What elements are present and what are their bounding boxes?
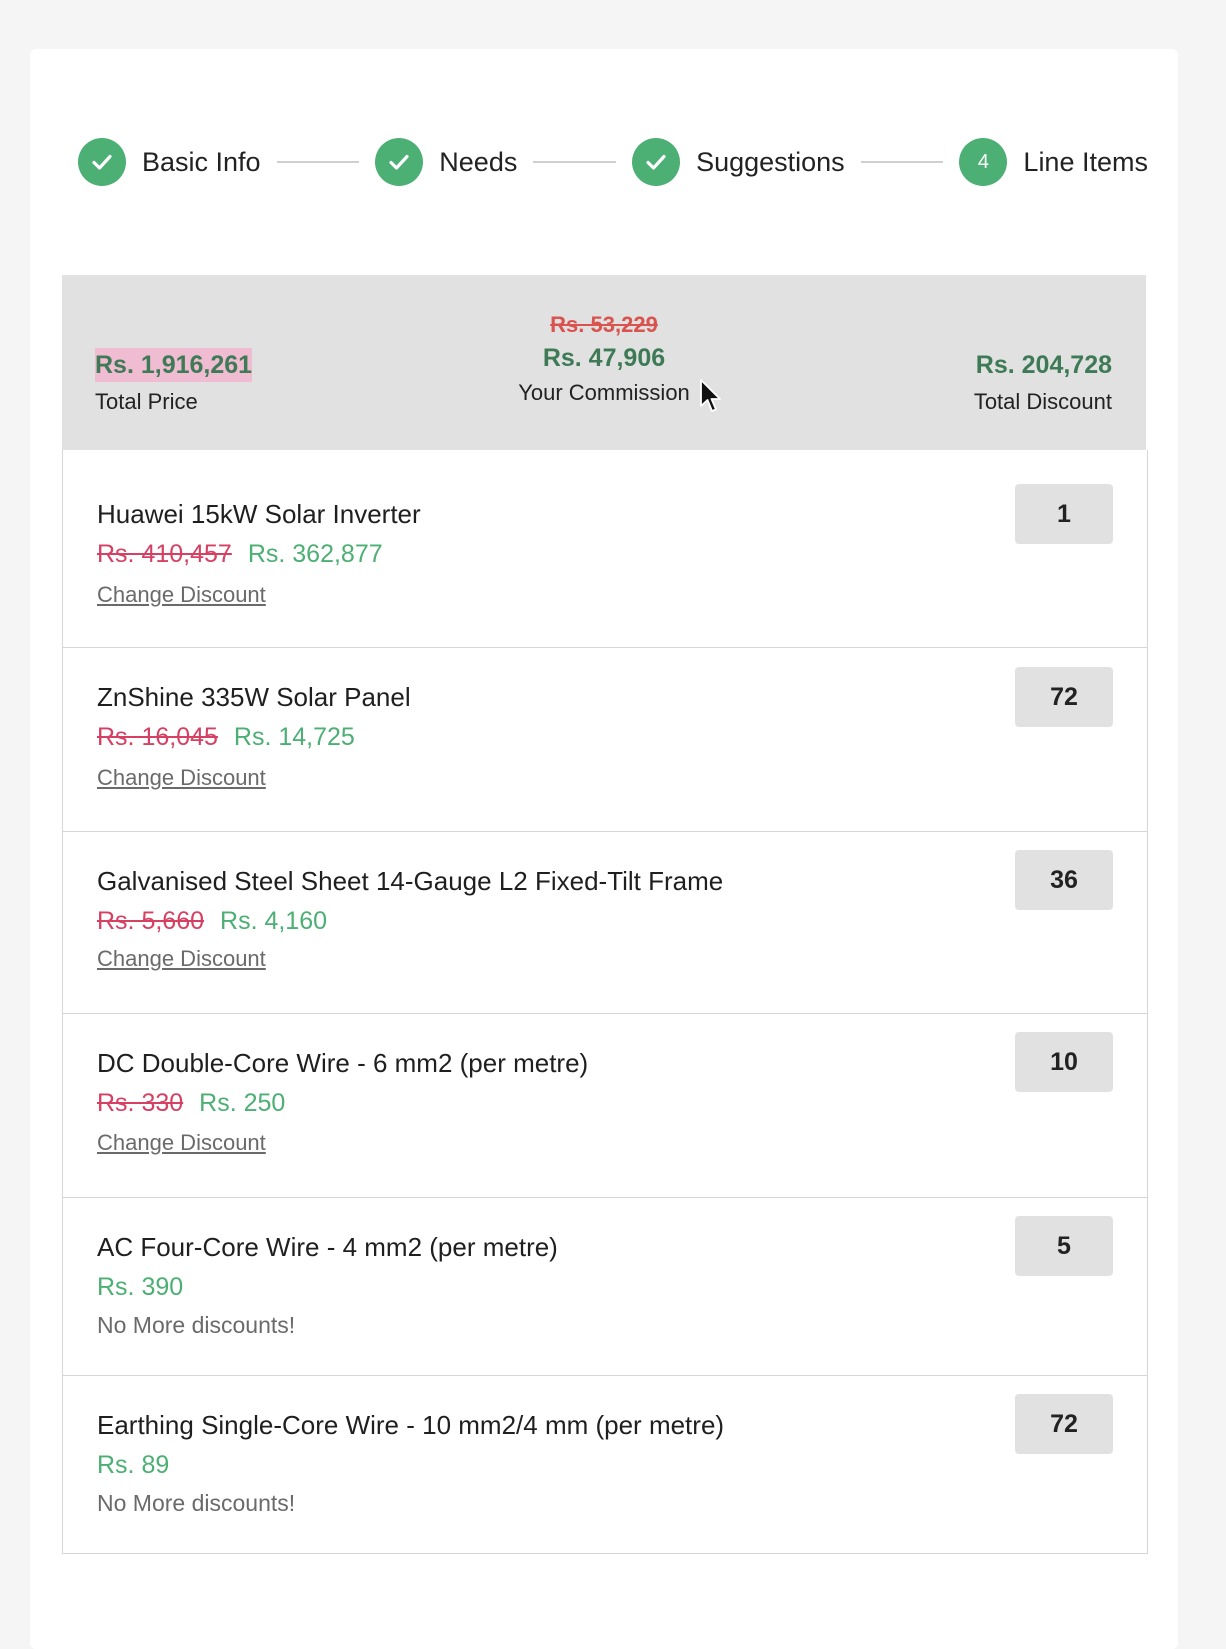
item-old-price: Rs. 330 [97, 1089, 184, 1117]
step-connector [533, 161, 617, 163]
step-label: Line Items [1023, 146, 1148, 177]
total-discount-label: Total Discount [973, 389, 1112, 414]
step-number-badge: 4 [959, 138, 1008, 186]
quantity-field[interactable]: 10 [1015, 1032, 1113, 1092]
step-label: Basic Info [142, 146, 261, 177]
commission-old-value: Rs. 53,229 [550, 312, 658, 337]
item-name: Galvanised Steel Sheet 14-Gauge L2 Fixed… [97, 866, 724, 896]
item-name: Earthing Single-Core Wire - 10 mm2/4 mm … [97, 1410, 725, 1440]
total-discount-value: Rs. 204,728 [975, 351, 1112, 379]
item-prices: Rs. 410,457 Rs. 362,877 [97, 540, 383, 569]
item-prices: Rs. 16,045 Rs. 14,725 [97, 723, 355, 752]
step-needs[interactable]: Needs [375, 138, 517, 186]
item-prices: Rs. 390 [97, 1273, 183, 1302]
quantity-field[interactable]: 5 [1015, 1216, 1113, 1276]
item-name: AC Four-Core Wire - 4 mm2 (per metre) [97, 1232, 558, 1262]
change-discount-link[interactable]: Change Discount [97, 1130, 266, 1156]
check-icon [375, 138, 424, 186]
quote-summary: Rs. 1,916,261 Total Price Rs. 53,229 Rs.… [62, 275, 1146, 450]
step-basic-info[interactable]: Basic Info [78, 138, 261, 186]
item-name: ZnShine 335W Solar Panel [97, 682, 411, 712]
step-connector [276, 161, 360, 163]
quantity-field[interactable]: 72 [1015, 667, 1113, 727]
step-label: Suggestions [696, 146, 845, 177]
check-icon [632, 138, 681, 186]
line-item: Huawei 15kW Solar Inverter Rs. 410,457 Rs… [63, 450, 1147, 648]
step-line-items[interactable]: 4 Line Items [959, 138, 1148, 186]
quantity-field[interactable]: 1 [1015, 484, 1113, 544]
item-prices: Rs. 5,660 Rs. 4,160 [97, 907, 327, 936]
item-name: DC Double-Core Wire - 6 mm2 (per metre) [97, 1048, 589, 1078]
change-discount-link[interactable]: Change Discount [97, 582, 266, 608]
item-price: Rs. 4,160 [220, 907, 328, 935]
quantity-field[interactable]: 36 [1015, 850, 1113, 910]
item-prices: Rs. 89 [97, 1451, 169, 1480]
line-item: DC Double-Core Wire - 6 mm2 (per metre) … [63, 1014, 1147, 1198]
item-price: Rs. 14,725 [233, 723, 355, 751]
mouse-pointer-icon [700, 379, 721, 412]
line-item: Galvanised Steel Sheet 14-Gauge L2 Fixed… [63, 832, 1147, 1014]
item-prices: Rs. 330 Rs. 250 [97, 1089, 285, 1118]
line-item: AC Four-Core Wire - 4 mm2 (per metre) Rs… [63, 1198, 1147, 1376]
progress-stepper: Basic Info Needs Suggestions 4 Line Item… [78, 137, 1148, 187]
quantity-field[interactable]: 72 [1015, 1394, 1113, 1454]
change-discount-link[interactable]: Change Discount [97, 765, 266, 791]
item-old-price: Rs. 16,045 [97, 723, 218, 751]
item-price: Rs. 89 [97, 1451, 170, 1479]
item-old-price: Rs. 410,457 [97, 540, 232, 568]
item-name: Huawei 15kW Solar Inverter [97, 499, 421, 529]
no-discount-note: No More discounts! [97, 1490, 296, 1516]
line-item: ZnShine 335W Solar Panel Rs. 16,045 Rs. 1… [63, 648, 1147, 832]
item-price: Rs. 362,877 [247, 540, 383, 568]
line-item: Earthing Single-Core Wire - 10 mm2/4 mm … [63, 1376, 1147, 1554]
line-items-list: Huawei 15kW Solar Inverter Rs. 410,457 Rs… [62, 450, 1148, 1554]
item-price: Rs. 250 [199, 1089, 286, 1117]
item-price: Rs. 390 [97, 1273, 184, 1301]
check-icon [78, 138, 126, 186]
total-discount-block: Rs. 204,728 Total Discount [974, 348, 1112, 416]
item-old-price: Rs. 5,660 [97, 907, 205, 935]
step-connector [860, 161, 944, 163]
step-suggestions[interactable]: Suggestions [632, 138, 845, 186]
step-label: Needs [439, 146, 518, 177]
no-discount-note: No More discounts! [97, 1312, 296, 1338]
change-discount-link[interactable]: Change Discount [97, 946, 266, 972]
